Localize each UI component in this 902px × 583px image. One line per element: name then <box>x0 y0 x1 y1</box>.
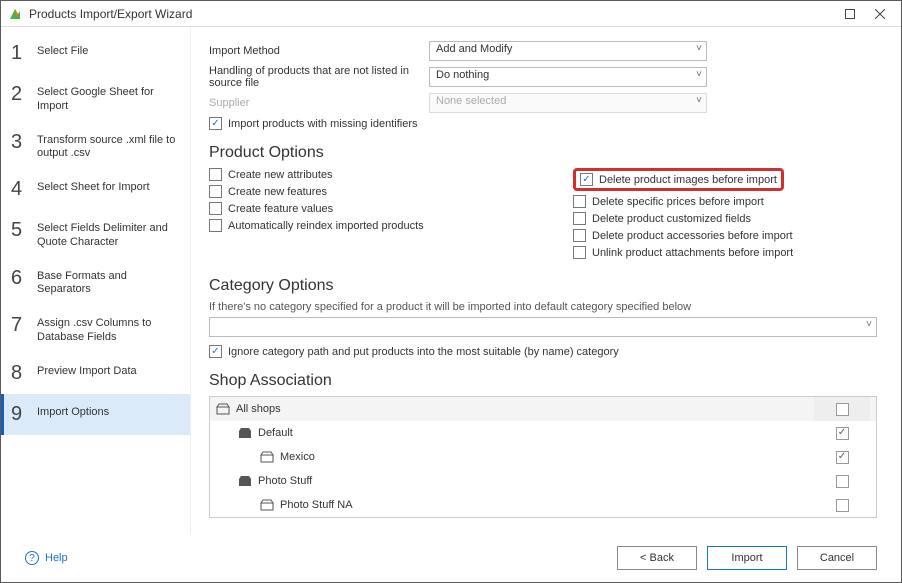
help-link[interactable]: ? Help <box>25 551 68 565</box>
shop-icon <box>238 427 252 439</box>
opt-unlink-attachments[interactable]: Unlink product attachments before import <box>573 246 877 259</box>
shop-row-photostuff-na[interactable]: Photo Stuff NA <box>210 493 876 517</box>
step-4[interactable]: 4Select Sheet for Import <box>1 169 190 210</box>
supplier-label: Supplier <box>209 97 429 109</box>
cancel-button[interactable]: Cancel <box>797 546 877 570</box>
app-icon <box>7 6 23 22</box>
step-2[interactable]: 2Select Google Sheet for Import <box>1 74 190 122</box>
supplier-row: Supplier None selected <box>209 93 877 113</box>
checkbox-icon[interactable] <box>836 499 849 512</box>
close-button[interactable] <box>865 3 895 25</box>
checkbox-icon[interactable] <box>836 403 849 416</box>
shop-row-default[interactable]: Default <box>210 421 876 445</box>
checkbox-icon <box>209 202 222 215</box>
shop-row-mexico[interactable]: Mexico <box>210 445 876 469</box>
step-8[interactable]: 8Preview Import Data <box>1 353 190 394</box>
help-icon: ? <box>25 551 39 565</box>
checkbox-icon <box>209 168 222 181</box>
shop-icon <box>238 475 252 487</box>
content-panel: Import Method Add and Modify Handling of… <box>191 27 901 534</box>
category-options-heading: Category Options <box>209 277 877 295</box>
category-desc: If there's no category specified for a p… <box>209 301 877 313</box>
import-missing-checkbox[interactable]: Import products with missing identifiers <box>209 117 877 130</box>
shop-icon <box>260 499 274 511</box>
opt-create-attributes[interactable]: Create new attributes <box>209 168 513 181</box>
body: 1Select File 2Select Google Sheet for Im… <box>1 27 901 534</box>
checkbox-icon <box>580 173 593 186</box>
highlighted-option: Delete product images before import <box>573 168 784 191</box>
wizard-window: Products Import/Export Wizard 1Select Fi… <box>0 0 902 583</box>
import-method-row: Import Method Add and Modify <box>209 41 877 61</box>
step-9[interactable]: 9Import Options <box>1 394 190 435</box>
handling-row: Handling of products that are not listed… <box>209 65 877 89</box>
step-7[interactable]: 7Assign .csv Columns to Database Fields <box>1 305 190 353</box>
opt-delete-custom-fields[interactable]: Delete product customized fields <box>573 212 877 225</box>
checkbox-icon <box>209 117 222 130</box>
shop-tree: All shops Default Mexico <box>209 396 877 518</box>
maximize-icon <box>845 9 855 19</box>
product-options-right: Delete product images before import Dele… <box>573 168 877 263</box>
opt-delete-images[interactable]: Delete product images before import <box>580 173 777 186</box>
back-button[interactable]: < Back <box>617 546 697 570</box>
step-5[interactable]: 5Select Fields Delimiter and Quote Chara… <box>1 210 190 258</box>
checkbox-icon <box>573 229 586 242</box>
product-options-heading: Product Options <box>209 144 877 162</box>
checkbox-icon <box>209 219 222 232</box>
shop-icon <box>260 451 274 463</box>
checkbox-icon[interactable] <box>836 451 849 464</box>
shop-row-all[interactable]: All shops <box>210 397 876 421</box>
default-category-select[interactable] <box>209 317 877 337</box>
titlebar: Products Import/Export Wizard <box>1 1 901 27</box>
import-method-label: Import Method <box>209 45 429 57</box>
checkbox-icon <box>573 246 586 259</box>
close-icon <box>875 9 885 19</box>
product-options-grid: Create new attributes Create new feature… <box>209 168 877 263</box>
window-title: Products Import/Export Wizard <box>29 7 835 21</box>
checkbox-icon <box>573 212 586 225</box>
supplier-select: None selected <box>429 93 707 113</box>
step-3[interactable]: 3Transform source .xml file to output .c… <box>1 122 190 170</box>
wizard-steps: 1Select File 2Select Google Sheet for Im… <box>1 27 191 534</box>
shop-association-heading: Shop Association <box>209 372 877 390</box>
maximize-button[interactable] <box>835 3 865 25</box>
ignore-category-checkbox[interactable]: Ignore category path and put products in… <box>209 345 877 358</box>
opt-create-features[interactable]: Create new features <box>209 185 513 198</box>
opt-create-feature-values[interactable]: Create feature values <box>209 202 513 215</box>
handling-label: Handling of products that are not listed… <box>209 65 429 89</box>
step-6[interactable]: 6Base Formats and Separators <box>1 258 190 306</box>
import-method-select[interactable]: Add and Modify <box>429 41 707 61</box>
checkbox-icon[interactable] <box>836 475 849 488</box>
import-button[interactable]: Import <box>707 546 787 570</box>
shop-row-photostuff[interactable]: Photo Stuff <box>210 469 876 493</box>
opt-reindex[interactable]: Automatically reindex imported products <box>209 219 513 232</box>
checkbox-icon <box>209 345 222 358</box>
step-1[interactable]: 1Select File <box>1 33 190 74</box>
footer: ? Help < Back Import Cancel <box>1 534 901 582</box>
ignore-category-label: Ignore category path and put products in… <box>228 346 619 358</box>
checkbox-icon[interactable] <box>836 427 849 440</box>
checkbox-icon <box>209 185 222 198</box>
import-missing-label: Import products with missing identifiers <box>228 118 418 130</box>
shop-icon <box>216 403 230 415</box>
opt-delete-accessories[interactable]: Delete product accessories before import <box>573 229 877 242</box>
handling-select[interactable]: Do nothing <box>429 67 707 87</box>
opt-delete-prices[interactable]: Delete specific prices before import <box>573 195 877 208</box>
checkbox-icon <box>573 195 586 208</box>
product-options-left: Create new attributes Create new feature… <box>209 168 513 263</box>
